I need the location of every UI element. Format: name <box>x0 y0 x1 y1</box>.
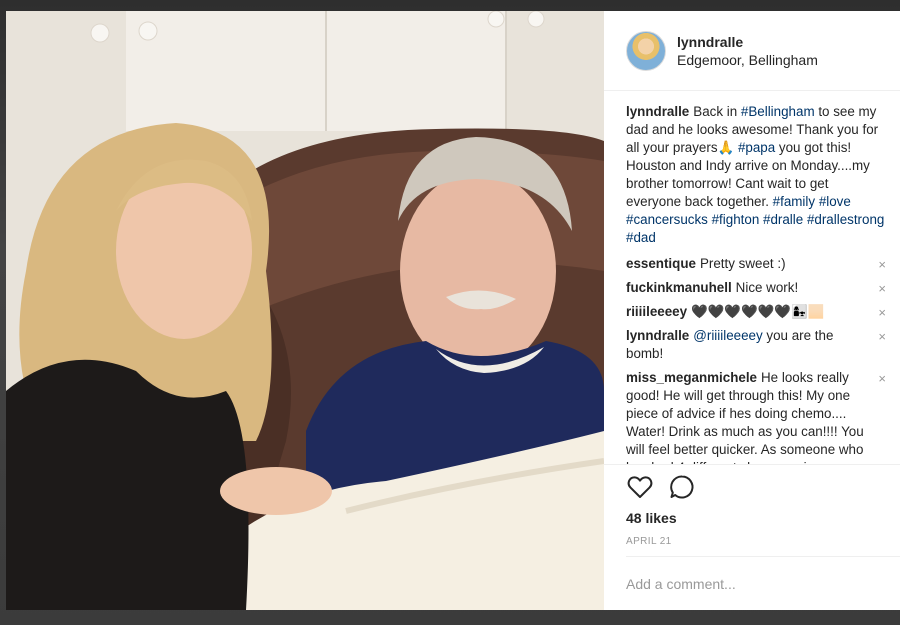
speech-bubble-icon[interactable] <box>668 473 696 501</box>
close-icon[interactable]: × <box>878 280 886 298</box>
comment-username[interactable]: lynndralle <box>626 328 689 343</box>
post-modal: lynndralle Edgemoor, Bellingham lynndral… <box>6 11 900 610</box>
hashtag-link[interactable]: #fighton <box>712 212 760 227</box>
author-avatar[interactable] <box>626 30 666 71</box>
post-location[interactable]: Edgemoor, Bellingham <box>677 51 818 69</box>
comment-username[interactable]: essentique <box>626 256 696 271</box>
post-image <box>6 11 604 610</box>
comment-item: lynndralle @riiiileeeey you are the bomb!… <box>626 327 886 363</box>
like-count[interactable]: 48 likes <box>604 508 900 530</box>
hashtag-link[interactable]: #dralle <box>763 212 803 227</box>
comment-text: 🖤🖤🖤🖤🖤🖤👩‍👧🏻 <box>691 304 825 319</box>
hashtag-link[interactable]: #dad <box>626 230 656 245</box>
post-photo[interactable] <box>6 11 604 610</box>
hashtag-link[interactable]: #love <box>819 194 851 209</box>
comment-text: Back in <box>693 104 741 119</box>
add-comment-bar <box>626 556 900 610</box>
comment-username[interactable]: miss_meganmichele <box>626 370 757 385</box>
comment-username[interactable]: lynndralle <box>626 104 689 119</box>
heart-icon[interactable] <box>626 473 654 501</box>
close-icon[interactable]: × <box>878 304 886 322</box>
post-date: APRIL 21 <box>626 536 672 547</box>
author-info: lynndralle Edgemoor, Bellingham <box>677 33 818 69</box>
hashtag-link[interactable]: #papa <box>738 140 775 155</box>
hashtag-link[interactable]: #cancersucks <box>626 212 708 227</box>
comment-text: Nice work! <box>735 280 799 295</box>
close-icon[interactable]: × <box>878 328 886 346</box>
hashtag-link[interactable]: #Bellingham <box>741 104 815 119</box>
close-icon[interactable]: × <box>878 370 886 388</box>
comment-item: riiiileeeey 🖤🖤🖤🖤🖤🖤👩‍👧🏻 × <box>626 303 886 321</box>
action-bar <box>604 464 900 508</box>
comment-item: miss_meganmichele He looks really good! H… <box>626 369 886 464</box>
add-comment-input[interactable] <box>626 575 866 592</box>
hashtag-link[interactable]: #family <box>773 194 815 209</box>
comment-list[interactable]: lynndralle Back in #Bellingham to see my … <box>604 91 900 464</box>
comment-username[interactable]: fuckinkmanuhell <box>626 280 732 295</box>
hashtag-link[interactable]: #drallestrong <box>807 212 884 227</box>
comment-item: essentique Pretty sweet :) × <box>626 255 886 273</box>
comment-item: fuckinkmanuhell Nice work! × <box>626 279 886 297</box>
author-username[interactable]: lynndralle <box>677 33 818 51</box>
comment-username[interactable]: riiiileeeey <box>626 304 687 319</box>
post-side-panel: lynndralle Edgemoor, Bellingham lynndral… <box>604 11 900 610</box>
post-header: lynndralle Edgemoor, Bellingham <box>604 11 900 91</box>
post-caption: lynndralle Back in #Bellingham to see my … <box>626 103 886 247</box>
close-icon[interactable]: × <box>878 256 886 274</box>
comment-text: Pretty sweet :) <box>699 256 786 271</box>
hashtag-link[interactable]: @riiiileeeey <box>693 328 762 343</box>
